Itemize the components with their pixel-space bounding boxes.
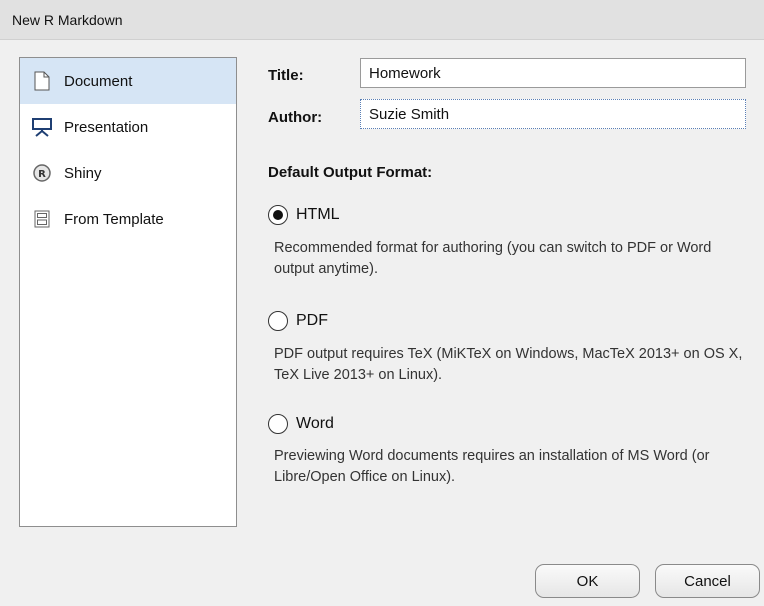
pdf-option-label[interactable]: PDF: [296, 312, 328, 330]
title-input[interactable]: [360, 58, 746, 88]
document-icon: [32, 71, 52, 91]
sidebar-item-from-template[interactable]: From Template: [20, 196, 236, 242]
html-option-description: Recommended format for authoring (you ca…: [274, 240, 712, 277]
radio-selected-dot: [273, 210, 283, 220]
pdf-option-description: PDF output requires TeX (MiKTeX on Windo…: [274, 346, 743, 383]
sidebar-item-label: Shiny: [64, 164, 102, 182]
title-label: Title:: [268, 67, 304, 84]
svg-text:R: R: [38, 169, 46, 180]
output-format-heading: Default Output Format:: [268, 164, 433, 181]
html-radio[interactable]: [268, 205, 288, 225]
pdf-radio[interactable]: [268, 311, 288, 331]
word-radio[interactable]: [268, 414, 288, 434]
template-icon: [32, 209, 52, 229]
output-option-pdf[interactable]: PDF: [268, 311, 328, 331]
sidebar-item-shiny[interactable]: R Shiny: [20, 150, 236, 196]
output-option-word[interactable]: Word: [268, 414, 334, 434]
window-title: New R Markdown: [12, 12, 123, 28]
sidebar-item-label: From Template: [64, 210, 164, 228]
shiny-r-icon: R: [32, 163, 52, 183]
word-option-label[interactable]: Word: [296, 415, 334, 433]
presentation-icon: [32, 117, 52, 137]
ok-button[interactable]: OK: [535, 564, 640, 598]
title-bar: New R Markdown: [0, 0, 764, 40]
sidebar-item-presentation[interactable]: Presentation: [20, 104, 236, 150]
template-type-list: Document Presentation R Shiny From Templ…: [19, 57, 237, 527]
html-option-label[interactable]: HTML: [296, 206, 340, 224]
word-option-description: Previewing Word documents requires an in…: [274, 448, 710, 485]
output-option-html[interactable]: HTML: [268, 205, 340, 225]
sidebar-item-label: Presentation: [64, 118, 149, 136]
cancel-button[interactable]: Cancel: [655, 564, 760, 598]
sidebar-item-document[interactable]: Document: [20, 58, 236, 104]
author-input[interactable]: [360, 99, 746, 129]
sidebar-item-label: Document: [64, 72, 133, 90]
author-label: Author:: [268, 109, 323, 126]
